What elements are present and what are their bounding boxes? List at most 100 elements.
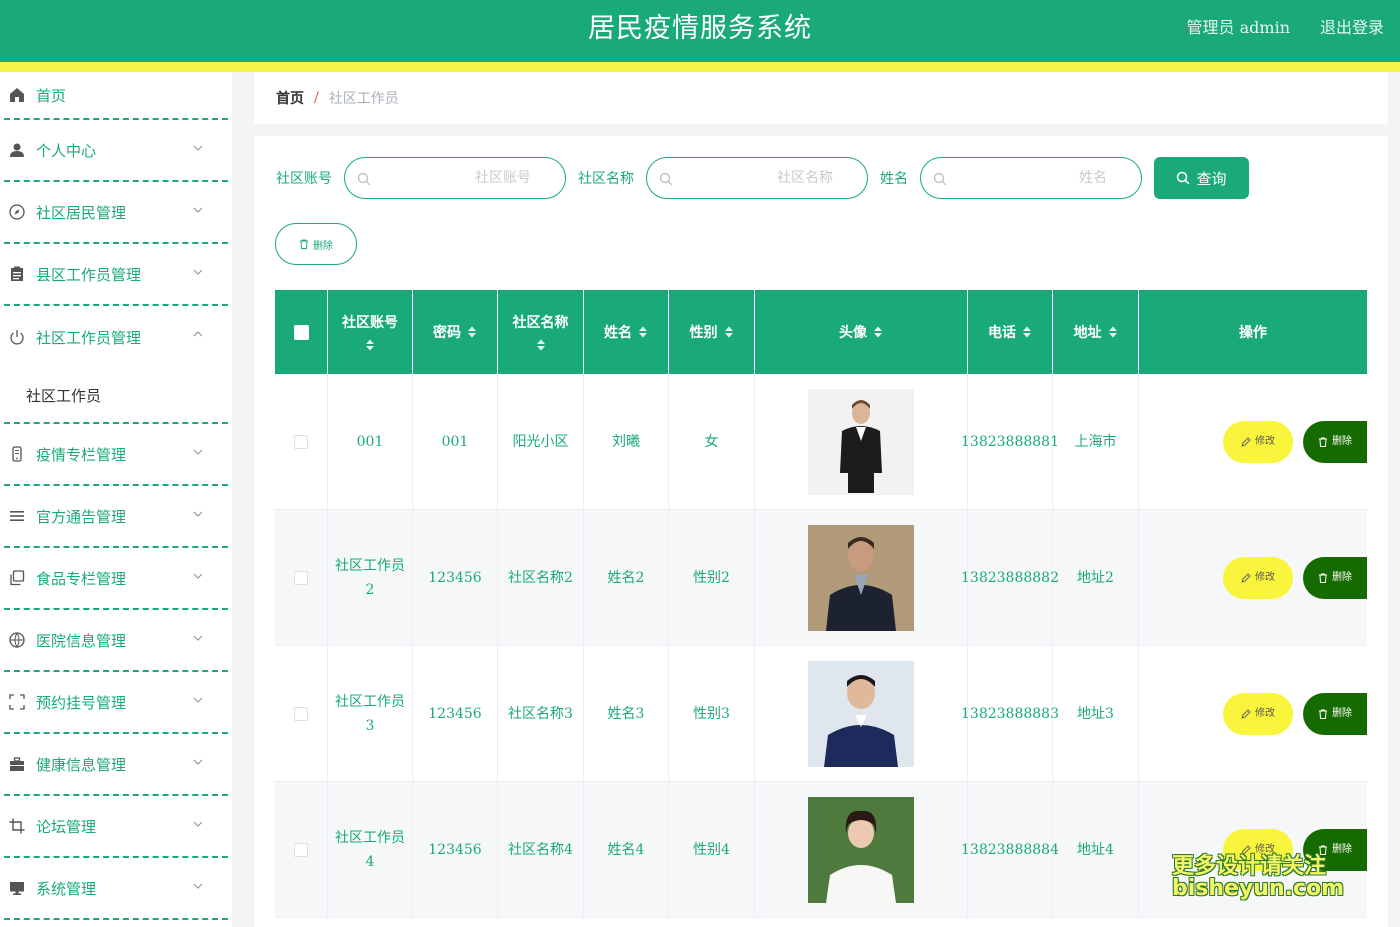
sidebar-item-health-info[interactable]: 健康信息管理 <box>4 734 228 796</box>
search-icon <box>659 172 673 186</box>
bulk-delete-button[interactable]: 删除 <box>275 223 357 265</box>
header-gender[interactable]: 性别 <box>669 290 755 374</box>
sort-icon <box>724 326 733 338</box>
chevron-down-icon <box>193 449 203 455</box>
cell-community: 社区名称2 <box>498 510 584 645</box>
header-address[interactable]: 地址 <box>1053 290 1139 374</box>
sort-icon <box>874 326 882 338</box>
cell-name: 姓名4 <box>584 782 669 917</box>
sidebar-item-county-workers[interactable]: 县区工作员管理 <box>4 244 228 306</box>
sidebar-item-forum[interactable]: 论坛管理 <box>4 796 228 858</box>
cell-phone: 13823888881 <box>961 374 1059 509</box>
header-name[interactable]: 姓名 <box>584 290 669 374</box>
sidebar-item-home[interactable]: 首页 <box>4 72 228 120</box>
chevron-down-icon <box>193 573 203 579</box>
header-label: 姓名 <box>604 325 632 341</box>
cell-password: 123456 <box>413 510 498 645</box>
header-label: 头像 <box>839 325 867 341</box>
sidebar-item-system[interactable]: 系统管理 <box>4 858 228 920</box>
top-bar: 居民疫情服务系统 管理员 admin 退出登录 <box>0 0 1400 62</box>
sidebar-item-appointments[interactable]: 预约挂号管理 <box>4 672 228 734</box>
sidebar-item-label: 疫情专栏管理 <box>36 445 127 464</box>
sidebar-item-hospital-info[interactable]: 医院信息管理 <box>4 610 228 672</box>
row-select-cell <box>275 646 328 781</box>
sidebar-item-label: 个人中心 <box>36 141 97 160</box>
edit-button[interactable]: 修改 <box>1223 556 1293 599</box>
row-checkbox[interactable] <box>294 570 308 585</box>
avatar <box>808 660 914 767</box>
cell-community: 社区名称3 <box>498 646 584 781</box>
delete-button[interactable]: 删除 <box>1303 556 1367 599</box>
header-account[interactable]: 社区账号 <box>328 290 413 374</box>
search-icon <box>933 172 947 186</box>
sidebar-item-notices[interactable]: 官方通告管理 <box>4 486 228 548</box>
clipboard-icon <box>8 265 26 283</box>
header-action: 操作 <box>1139 290 1367 374</box>
breadcrumb-home[interactable]: 首页 <box>276 88 304 108</box>
delete-label: 删除 <box>1332 843 1352 855</box>
sidebar-item-food-column[interactable]: 食品专栏管理 <box>4 548 228 610</box>
row-select-cell <box>275 782 328 917</box>
edit-label: 修改 <box>1255 435 1275 447</box>
delete-button[interactable]: 删除 <box>1303 420 1367 463</box>
account-search-input[interactable] <box>379 158 555 198</box>
cell-actions: 修改 删除 <box>1139 646 1367 781</box>
row-checkbox[interactable] <box>294 434 308 449</box>
row-checkbox[interactable] <box>294 842 308 857</box>
header-label: 电话 <box>988 325 1016 341</box>
cell-phone: 13823888884 <box>961 782 1059 917</box>
sidebar-item-label: 健康信息管理 <box>36 755 127 774</box>
edit-button[interactable]: 修改 <box>1223 692 1293 735</box>
cell-actions: 修改 删除 <box>1139 510 1367 645</box>
delete-button[interactable]: 删除 <box>1303 828 1367 871</box>
query-button[interactable]: 查询 <box>1154 157 1249 199</box>
cell-account: 社区工作员3 <box>328 646 413 781</box>
monitor-icon <box>8 879 26 897</box>
sidebar-item-residents[interactable]: 社区居民管理 <box>4 182 228 244</box>
chevron-down-icon <box>193 269 203 275</box>
cell-actions: 修改 删除 <box>1139 782 1367 917</box>
chevron-down-icon <box>193 821 203 827</box>
cell-gender: 性别3 <box>669 646 755 781</box>
name-search-input[interactable] <box>955 158 1131 198</box>
delete-button[interactable]: 删除 <box>1303 692 1367 735</box>
cell-community: 社区名称4 <box>498 782 584 917</box>
select-all-checkbox[interactable] <box>293 324 309 340</box>
sort-icon <box>1108 326 1117 338</box>
accent-stripe <box>0 62 1400 72</box>
header-community[interactable]: 社区名称 <box>498 290 584 374</box>
edit-icon <box>1241 844 1251 855</box>
cell-name: 刘曦 <box>584 374 669 509</box>
table-row: 001 001 阳光小区 刘曦 女 13823888881 上海市 修改 删除 <box>275 374 1367 510</box>
sidebar-item-community-workers[interactable]: 社区工作员管理 <box>4 306 228 368</box>
community-search-input[interactable] <box>681 158 857 198</box>
cell-password: 123456 <box>413 782 498 917</box>
sidebar-item-personal-center[interactable]: 个人中心 <box>4 120 228 182</box>
edit-label: 修改 <box>1255 571 1275 583</box>
trash-icon <box>1319 573 1327 583</box>
edit-label: 修改 <box>1255 843 1275 855</box>
header-phone[interactable]: 电话 <box>968 290 1053 374</box>
header-avatar[interactable]: 头像 <box>755 290 968 374</box>
sidebar-item-label: 预约挂号管理 <box>36 693 127 712</box>
sidebar-item-epidemic-column[interactable]: 疫情专栏管理 <box>4 424 228 486</box>
sidebar-subitem-community-worker[interactable]: 社区工作员 <box>4 368 228 424</box>
logout-link[interactable]: 退出登录 <box>1320 14 1384 38</box>
edit-button[interactable]: 修改 <box>1223 828 1293 871</box>
frame-icon <box>8 693 26 711</box>
chevron-down-icon <box>193 207 203 213</box>
cell-avatar <box>755 374 968 509</box>
delete-label: 删除 <box>1332 571 1352 583</box>
delete-label: 删除 <box>1332 707 1352 719</box>
cell-gender: 女 <box>669 374 755 509</box>
header-label: 密码 <box>433 325 461 341</box>
edit-button[interactable]: 修改 <box>1223 420 1293 463</box>
name-search-field <box>920 157 1142 199</box>
header-password[interactable]: 密码 <box>413 290 498 374</box>
table-row: 社区工作员3 123456 社区名称3 姓名3 性别3 13823888883 … <box>275 646 1367 782</box>
sidebar-item-label: 系统管理 <box>36 879 97 898</box>
header-label: 操作 <box>1239 325 1267 341</box>
row-checkbox[interactable] <box>294 706 308 721</box>
worker-table: 社区账号 密码 社区名称 姓名 性别 头像 电话 地址 操作 001 001 阳… <box>275 290 1367 918</box>
user-icon <box>8 141 26 159</box>
